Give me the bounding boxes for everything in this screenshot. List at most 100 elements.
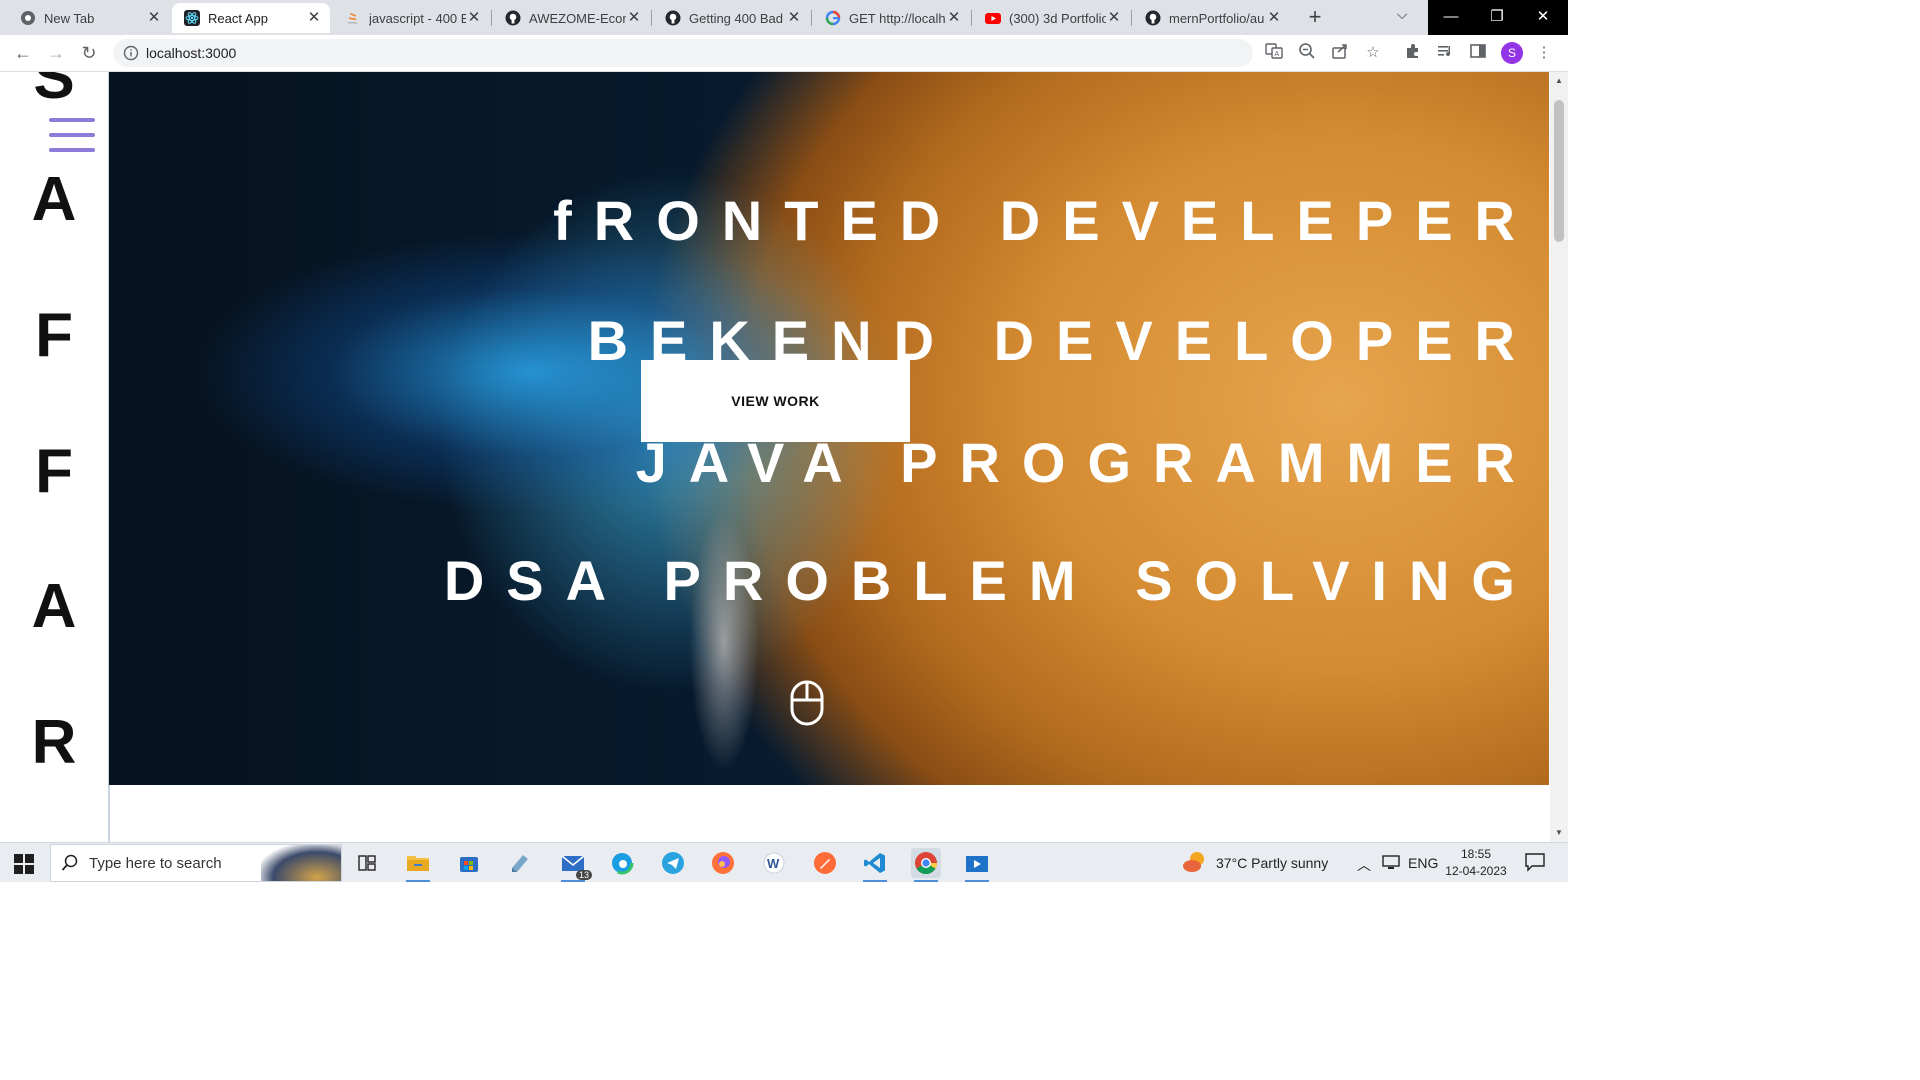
sidebar-letter: A bbox=[31, 572, 77, 641]
scroll-down-arrow-icon[interactable]: ▼ bbox=[1554, 828, 1564, 837]
tab-getting-400[interactable]: Getting 400 Bad R ✕ bbox=[653, 3, 810, 33]
weather-text[interactable]: 37°C Partly sunny bbox=[1216, 855, 1328, 871]
tab-title: javascript - 400 B bbox=[369, 10, 466, 26]
restore-icon[interactable]: ❐ bbox=[1474, 0, 1520, 35]
notification-icon[interactable] bbox=[1524, 852, 1546, 875]
tab-3d-portfolio[interactable]: (300) 3d Portfolio ✕ bbox=[973, 3, 1130, 33]
close-icon[interactable]: ✕ bbox=[1106, 10, 1122, 26]
microsoft-store-icon[interactable] bbox=[454, 848, 484, 878]
taskbar-search-input[interactable]: Type here to search bbox=[50, 844, 342, 882]
media-player-icon[interactable] bbox=[962, 848, 992, 882]
task-view-icon[interactable] bbox=[352, 848, 382, 878]
view-work-button[interactable]: VIEW WORK bbox=[641, 360, 910, 442]
tab-separator bbox=[1131, 10, 1132, 26]
postman-icon[interactable] bbox=[810, 848, 840, 878]
vscode-icon[interactable] bbox=[860, 848, 890, 882]
edge-icon[interactable] bbox=[607, 848, 637, 878]
taskbar-clock[interactable]: 18:55 12-04-2023 bbox=[1440, 846, 1512, 880]
react-icon bbox=[184, 10, 200, 26]
tab-separator bbox=[651, 10, 652, 26]
bookmark-star-icon[interactable]: ☆ bbox=[1362, 42, 1384, 64]
site-info-icon[interactable] bbox=[123, 45, 139, 61]
back-arrow-icon[interactable]: ← bbox=[11, 41, 35, 65]
side-panel-icon[interactable] bbox=[1467, 42, 1489, 64]
hero-section: fRONTED DEVELEPER BEKEND DEVELOPER JAVA … bbox=[109, 72, 1549, 785]
tab-title: GET http://localho bbox=[849, 10, 946, 26]
github-icon bbox=[665, 10, 681, 26]
hero-line-4: DSA PROBLEM SOLVING bbox=[443, 549, 1537, 612]
hamburger-menu-icon[interactable] bbox=[49, 118, 95, 158]
translate-icon[interactable]: A bbox=[1263, 42, 1285, 64]
browser-toolbar: ← → ↻ localhost:3000 A ☆ S ⋮ bbox=[0, 35, 1568, 72]
tab-mern-portfolio[interactable]: mernPortfolio/au ✕ bbox=[1133, 3, 1290, 33]
search-icon bbox=[61, 854, 79, 872]
sidebar-letter: R bbox=[31, 708, 77, 777]
close-icon[interactable]: ✕ bbox=[466, 10, 482, 26]
sidebar-letter: A bbox=[31, 165, 77, 234]
language-indicator[interactable]: ENG bbox=[1408, 855, 1438, 871]
close-window-icon[interactable]: ✕ bbox=[1520, 0, 1566, 35]
minimize-icon[interactable]: — bbox=[1428, 0, 1474, 35]
mail-icon[interactable]: 13 bbox=[558, 848, 592, 882]
word-icon[interactable]: W bbox=[759, 848, 789, 878]
tab-get-localhost[interactable]: GET http://localho ✕ bbox=[813, 3, 970, 33]
tab-title: AWEZOME-Ecom bbox=[529, 10, 626, 26]
more-menu-icon[interactable]: ⋮ bbox=[1533, 42, 1555, 64]
tab-title: React App bbox=[208, 10, 268, 26]
tab-separator bbox=[971, 10, 972, 26]
tab-search-chevron-icon[interactable]: ⌵ bbox=[1392, 6, 1412, 26]
address-bar[interactable]: localhost:3000 bbox=[113, 39, 1253, 67]
tab-title: mernPortfolio/au bbox=[1169, 10, 1265, 26]
telegram-icon[interactable] bbox=[658, 848, 688, 878]
sidebar-letter: F bbox=[35, 437, 73, 506]
scrollbar-thumb[interactable] bbox=[1554, 100, 1564, 242]
weather-icon[interactable] bbox=[1182, 849, 1210, 878]
search-highlight-image bbox=[261, 845, 341, 881]
reload-icon[interactable]: ↻ bbox=[77, 41, 101, 65]
close-icon[interactable]: ✕ bbox=[1266, 10, 1282, 26]
close-icon[interactable]: ✕ bbox=[306, 10, 322, 26]
close-icon[interactable]: ✕ bbox=[146, 10, 162, 26]
windows-start-icon[interactable] bbox=[14, 854, 34, 874]
svg-text:A: A bbox=[1275, 51, 1280, 58]
tab-new-tab[interactable]: New Tab ✕ bbox=[8, 3, 170, 33]
tab-awezome-ecom[interactable]: AWEZOME-Ecom ✕ bbox=[493, 3, 650, 33]
media-control-icon[interactable] bbox=[1434, 42, 1456, 64]
tab-title: (300) 3d Portfolio bbox=[1009, 10, 1106, 26]
forward-arrow-icon[interactable]: → bbox=[44, 41, 68, 65]
scroll-up-arrow-icon[interactable]: ▲ bbox=[1554, 76, 1564, 85]
clock-time: 18:55 bbox=[1460, 847, 1492, 861]
page-scrollbar[interactable]: ▲ ▼ bbox=[1550, 72, 1568, 842]
scroll-mouse-icon[interactable] bbox=[789, 680, 825, 726]
close-icon[interactable]: ✕ bbox=[946, 10, 962, 26]
windows-taskbar: Type here to search 13 W 37°C Partly sun… bbox=[0, 842, 1568, 882]
tab-title: Getting 400 Bad R bbox=[689, 10, 786, 26]
extensions-puzzle-icon[interactable] bbox=[1402, 42, 1424, 64]
profile-avatar[interactable]: S bbox=[1501, 42, 1523, 64]
network-icon[interactable] bbox=[1381, 852, 1401, 875]
close-icon[interactable]: ✕ bbox=[626, 10, 642, 26]
chrome-taskbar-icon[interactable] bbox=[911, 848, 941, 882]
clock-date: 12-04-2023 bbox=[1445, 864, 1507, 878]
sidebar-letter: S bbox=[33, 72, 75, 112]
show-hidden-icons-chevron-icon[interactable]: ︿ bbox=[1357, 855, 1371, 875]
search-placeholder: Type here to search bbox=[89, 855, 222, 872]
tab-javascript-400[interactable]: javascript - 400 B ✕ bbox=[333, 3, 490, 33]
github-icon bbox=[1145, 10, 1161, 26]
new-tab-button[interactable]: + bbox=[1303, 6, 1327, 30]
stackoverflow-icon bbox=[345, 10, 361, 26]
close-icon[interactable]: ✕ bbox=[786, 10, 802, 26]
mail-badge: 13 bbox=[575, 870, 592, 880]
file-explorer-icon[interactable] bbox=[403, 848, 433, 882]
firefox-icon[interactable] bbox=[708, 848, 738, 878]
share-icon[interactable] bbox=[1329, 42, 1351, 64]
tab-react-app[interactable]: React App ✕ bbox=[172, 3, 330, 33]
next-section bbox=[109, 785, 1550, 842]
youtube-icon bbox=[985, 10, 1001, 26]
page-viewport: S A F F A R fRONTED DEVELEPER BEKEND DEV… bbox=[0, 72, 1550, 842]
notes-app-icon[interactable] bbox=[505, 848, 535, 878]
svg-text:W: W bbox=[767, 856, 780, 871]
sidebar-letter: F bbox=[35, 301, 73, 370]
google-icon bbox=[825, 10, 841, 26]
zoom-out-icon[interactable] bbox=[1296, 42, 1318, 64]
